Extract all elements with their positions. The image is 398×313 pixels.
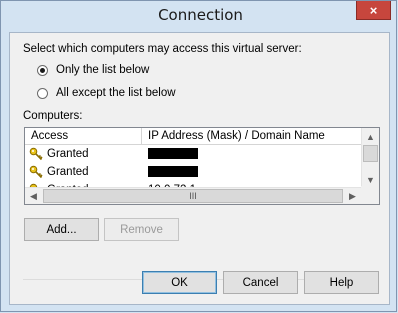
remove-button[interactable]: Remove: [104, 218, 179, 241]
key-icon: [29, 147, 43, 161]
table-row[interactable]: Granted: [25, 145, 361, 163]
help-button[interactable]: Help: [304, 271, 379, 294]
radio-label: All except the list below: [56, 87, 176, 99]
scroll-left-icon[interactable]: ◀: [25, 188, 42, 204]
redacted-ip: [148, 148, 198, 160]
redacted-ip: [148, 166, 198, 178]
vertical-scroll-thumb[interactable]: [363, 145, 378, 162]
scrollbar-corner: [361, 186, 379, 204]
connection-dialog: Connection × Select which computers may …: [0, 0, 397, 312]
scroll-up-icon[interactable]: ▲: [362, 128, 379, 145]
add-button[interactable]: Add...: [24, 218, 99, 241]
close-button[interactable]: ×: [356, 1, 391, 20]
computers-label: Computers:: [23, 110, 83, 122]
dialog-body: Select which computers may access this v…: [9, 32, 390, 305]
scroll-right-icon[interactable]: ▶: [344, 188, 361, 204]
ok-button[interactable]: OK: [142, 271, 217, 294]
horizontal-scroll-thumb[interactable]: III: [43, 189, 343, 203]
grip-icon: III: [189, 191, 197, 201]
cancel-button[interactable]: Cancel: [223, 271, 298, 294]
computers-list[interactable]: Access IP Address (Mask) / Domain Name G…: [24, 127, 380, 205]
close-icon: ×: [369, 2, 378, 18]
horizontal-scrollbar[interactable]: ◀ III ▶: [25, 187, 361, 204]
table-row[interactable]: Granted: [25, 163, 361, 181]
radio-only-list[interactable]: Only the list below: [37, 64, 149, 76]
key-icon: [29, 165, 43, 179]
title-bar: Connection ×: [1, 1, 396, 31]
access-prompt: Select which computers may access this v…: [23, 43, 302, 55]
column-ip[interactable]: IP Address (Mask) / Domain Name: [142, 128, 361, 144]
vertical-scrollbar[interactable]: ▲ ▼: [361, 128, 379, 188]
list-header: Access IP Address (Mask) / Domain Name: [25, 128, 361, 145]
radio-all-except[interactable]: All except the list below: [37, 87, 176, 99]
column-access[interactable]: Access: [25, 128, 142, 144]
radio-button[interactable]: [37, 87, 48, 99]
radio-label: Only the list below: [56, 64, 150, 76]
radio-button-checked[interactable]: [37, 64, 48, 76]
access-value: Granted: [47, 166, 89, 178]
access-value: Granted: [47, 148, 89, 160]
window-title: Connection: [158, 6, 243, 24]
